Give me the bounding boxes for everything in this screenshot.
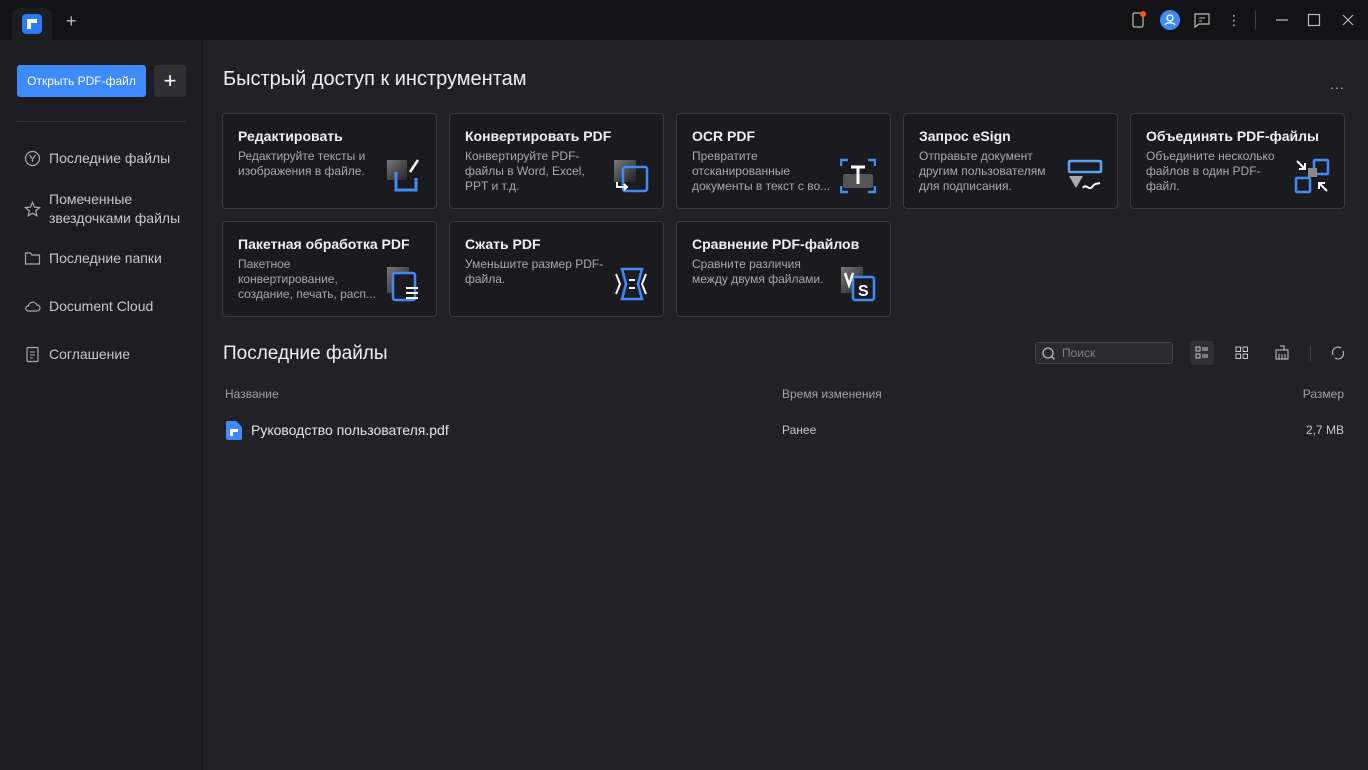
- document-icon: [24, 346, 41, 363]
- column-header-modified[interactable]: Время изменения: [782, 387, 882, 401]
- search-input[interactable]: Поиск: [1035, 342, 1173, 364]
- sidebar-item-recent-files[interactable]: Последние файлы: [24, 149, 170, 168]
- maximize-icon[interactable]: [1304, 10, 1324, 30]
- new-tab-button[interactable]: +: [66, 12, 77, 30]
- tool-card-compress[interactable]: Сжать PDFУменьшите размер PDF-файла.: [449, 221, 664, 317]
- grid-view-icon: [1230, 341, 1254, 365]
- close-icon[interactable]: [1338, 10, 1358, 30]
- refresh-icon: [1326, 341, 1350, 365]
- minimize-icon[interactable]: [1272, 10, 1292, 30]
- tool-card-ocr[interactable]: OCR PDFПревратите отсканированные докуме…: [676, 113, 891, 209]
- open-pdf-button[interactable]: Открыть PDF-файл: [17, 65, 146, 97]
- folder-icon: [24, 250, 41, 267]
- compress-icon: [613, 266, 649, 302]
- svg-text:S: S: [858, 283, 869, 300]
- tool-card-batch[interactable]: Пакетная обработка PDFПакетное конвертир…: [222, 221, 437, 317]
- quick-access-title: Быстрый доступ к инструментам: [223, 68, 527, 91]
- tool-card-merge[interactable]: Объединять PDF-файлыОбъедините несколько…: [1130, 113, 1345, 209]
- divider: [1255, 11, 1256, 29]
- column-header-size[interactable]: Размер: [1303, 387, 1344, 401]
- refresh-button[interactable]: [1326, 341, 1350, 365]
- compare-icon: S: [840, 266, 876, 302]
- sidebar-item-agreement[interactable]: Соглашение: [24, 345, 130, 364]
- sidebar-item-starred[interactable]: Помеченные звездочками файлы: [24, 190, 184, 228]
- sidebar-item-document-cloud[interactable]: Document Cloud: [24, 297, 153, 316]
- convert-icon: [613, 158, 649, 194]
- home-tab[interactable]: [12, 8, 52, 40]
- more-options-button[interactable]: ...: [1330, 76, 1345, 92]
- batch-icon: [386, 266, 422, 302]
- divider: [1310, 345, 1311, 361]
- star-icon: [24, 201, 41, 218]
- file-name: Руководство пользователя.pdf: [251, 422, 449, 438]
- feedback-icon[interactable]: [1192, 10, 1212, 30]
- tool-card-convert[interactable]: Конвертировать PDFКонвертируйте PDF-файл…: [449, 113, 664, 209]
- tool-card-compare[interactable]: Сравнение PDF-файловСравните различия ме…: [676, 221, 891, 317]
- list-view-icon: [1190, 341, 1214, 365]
- search-icon: [1041, 346, 1056, 361]
- sidebar-item-recent-folders[interactable]: Последние папки: [24, 249, 162, 268]
- esign-icon: [1067, 158, 1103, 194]
- cloud-icon: [24, 298, 41, 315]
- app-logo-icon: [22, 14, 42, 34]
- sidebar-divider: [17, 121, 186, 122]
- menu-kebab-icon[interactable]: ⋮: [1224, 10, 1244, 30]
- file-size: 2,7 MB: [1306, 423, 1344, 437]
- column-header-name[interactable]: Название: [225, 387, 279, 401]
- clock-icon: [24, 150, 41, 167]
- tool-card-edit[interactable]: РедактироватьРедактируйте тексты и изобр…: [222, 113, 437, 209]
- tool-card-esign[interactable]: Запрос eSignОтправьте документ другим по…: [903, 113, 1118, 209]
- ocr-icon: [840, 158, 876, 194]
- list-view-button[interactable]: [1190, 341, 1214, 365]
- pdf-file-icon: [226, 421, 242, 440]
- file-modified: Ранее: [782, 423, 816, 437]
- notification-icon[interactable]: [1128, 10, 1148, 30]
- recent-files-title: Последние файлы: [223, 343, 388, 365]
- grid-view-button[interactable]: [1230, 341, 1254, 365]
- merge-icon: [1294, 158, 1330, 194]
- broom-icon: [1270, 341, 1294, 365]
- clear-list-button[interactable]: [1270, 341, 1294, 365]
- title-bar: + ⋮: [0, 0, 1368, 40]
- edit-icon: [386, 158, 422, 194]
- account-avatar-icon[interactable]: [1160, 10, 1180, 30]
- create-button[interactable]: +: [154, 65, 186, 97]
